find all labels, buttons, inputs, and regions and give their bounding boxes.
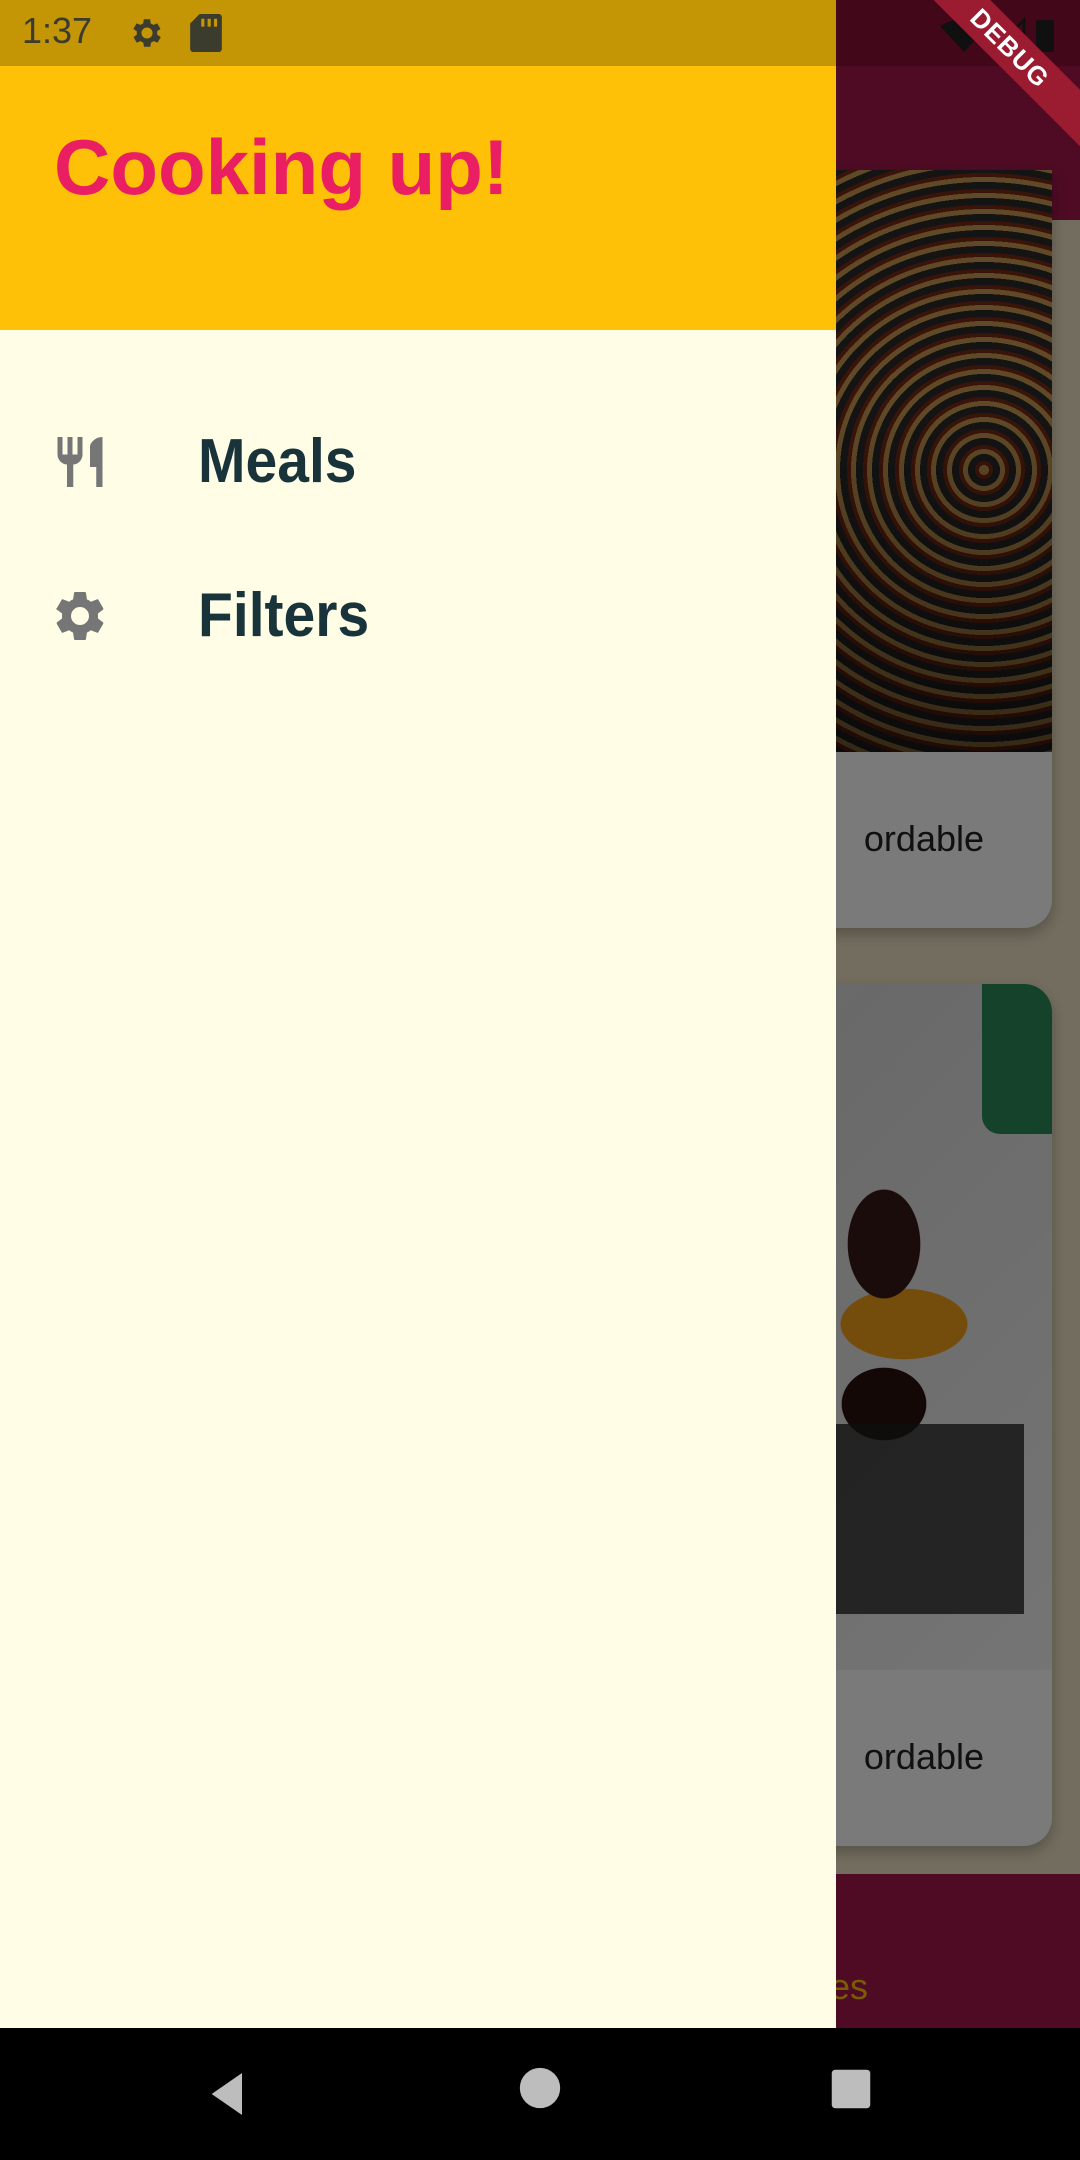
drawer-item-label: Meals [198,427,357,496]
drawer-title: Cooking up! [54,123,509,211]
back-icon[interactable] [200,2066,256,2122]
settings-icon [55,591,104,640]
drawer-header: Cooking up! [0,66,836,330]
navigation-drawer: 1:37 Cooking up! Meals Filters [0,0,836,2028]
home-icon[interactable] [518,2066,562,2110]
system-navigation-bar [0,2028,1080,2160]
restaurant-icon [57,437,103,487]
drawer-item-label: Filters [198,581,370,650]
status-bar: 1:37 [0,0,836,66]
sd-card-icon [190,14,222,52]
drawer-item-filters[interactable]: Filters [0,550,836,680]
gear-icon [133,19,161,47]
status-time: 1:37 [22,10,93,51]
drawer-item-meals[interactable]: Meals [0,396,836,526]
recents-icon[interactable] [830,2068,872,2110]
